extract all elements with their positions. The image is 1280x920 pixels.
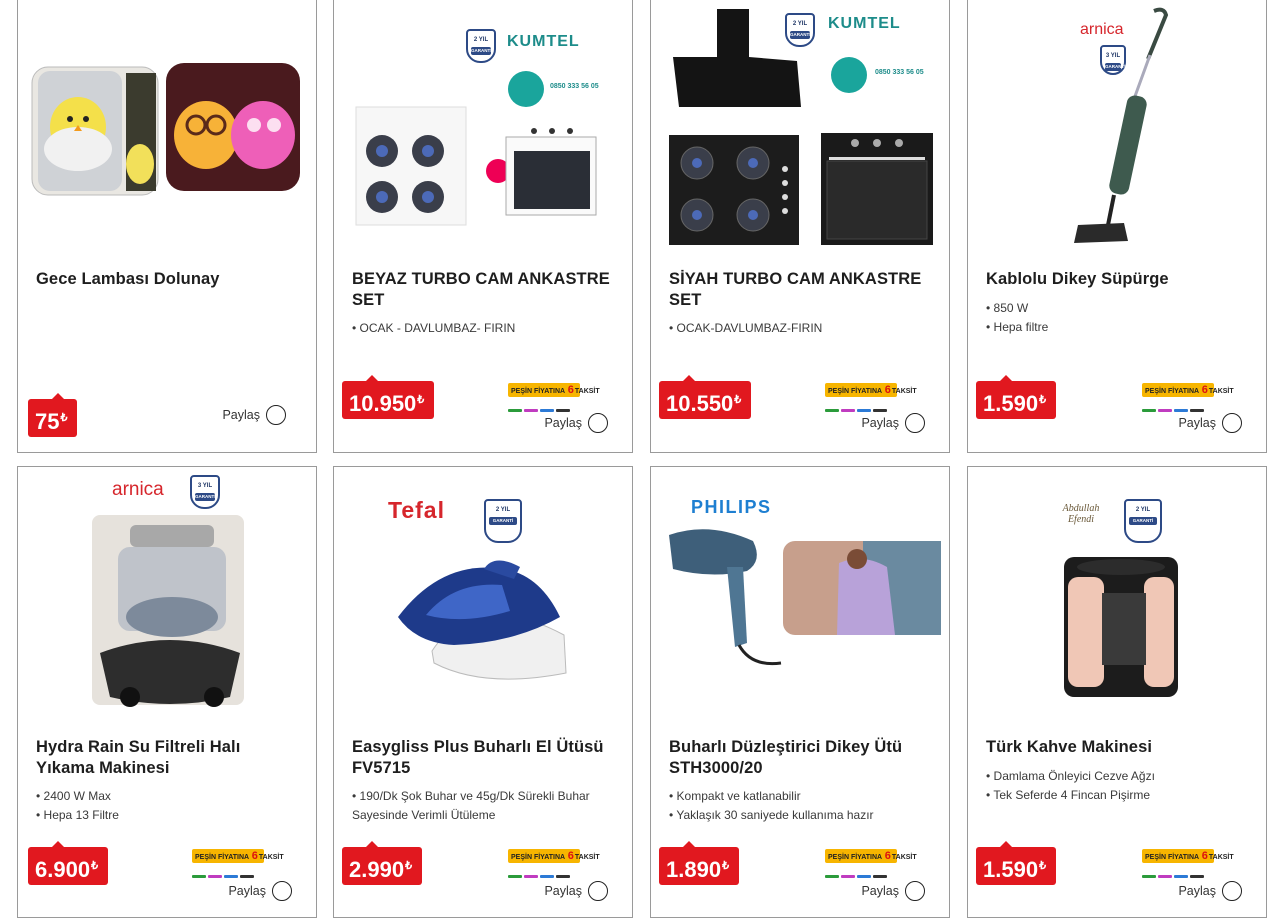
- share-button[interactable]: Paylaş: [861, 413, 925, 433]
- product-title[interactable]: Türk Kahve Makinesi: [986, 737, 1250, 758]
- price-tag: 10.550₺: [659, 375, 752, 419]
- share-circle-icon[interactable]: [588, 413, 608, 433]
- product-title[interactable]: Buharlı Düzleştirici Dikey Ütü STH3000/2…: [669, 737, 933, 779]
- share-button[interactable]: Paylaş: [222, 405, 286, 425]
- product-image[interactable]: arnica 3 YIL GARANTİ: [18, 467, 316, 725]
- share-button[interactable]: Paylaş: [1178, 413, 1242, 433]
- installment-badge: PEŞİN FİYATINA 6TAKSİT: [192, 849, 284, 878]
- product-title[interactable]: Kablolu Dikey Süpürge: [986, 269, 1250, 290]
- product-image[interactable]: 2 YIL GARANTİ KUMTEL 0850 333 56 05: [651, 0, 949, 257]
- share-button[interactable]: Paylaş: [228, 881, 292, 901]
- installment-badge: PEŞİN FİYATINA 6TAKSİT: [1142, 383, 1234, 412]
- share-circle-icon[interactable]: [905, 881, 925, 901]
- phone-number: 0850 333 56 05: [875, 69, 924, 76]
- installment-badge: PEŞİN FİYATINA 6TAKSİT: [508, 383, 600, 412]
- product-card[interactable]: arnica 3 YIL GARANTİ Kablolu Dikey Süpürg…: [967, 0, 1267, 453]
- product-title[interactable]: SİYAH TURBO CAM ANKASTRE SET: [669, 269, 933, 311]
- price-tag: 1.890₺: [659, 841, 740, 885]
- share-button[interactable]: Paylaş: [861, 881, 925, 901]
- product-image[interactable]: Abdullah Efendi 2 YIL GARANTİ: [968, 467, 1266, 725]
- product-image[interactable]: [18, 0, 316, 257]
- product-card[interactable]: Gece Lambası Dolunay 75₺ Paylaş: [17, 0, 317, 453]
- product-card[interactable]: arnica 3 YIL GARANTİ Hydra Rain Su Filtre…: [17, 466, 317, 918]
- product-card[interactable]: 2 YIL GARANTİ KUMTEL 0850 333 56 05 BEYAZ…: [333, 0, 633, 453]
- product-card[interactable]: 2 YIL GARANTİ KUMTEL 0850 333 56 05 SİYAH…: [650, 0, 950, 453]
- product-image[interactable]: arnica 3 YIL GARANTİ: [968, 0, 1266, 257]
- product-title[interactable]: Hydra Rain Su Filtreli Halı Yıkama Makin…: [36, 737, 300, 779]
- product-image[interactable]: PHILIPS: [651, 467, 949, 725]
- share-circle-icon[interactable]: [905, 413, 925, 433]
- product-features: OCAK-DAVLUMBAZ-FIRIN: [669, 319, 935, 338]
- share-button[interactable]: Paylaş: [544, 413, 608, 433]
- installment-badge: PEŞİN FİYATINA 6TAKSİT: [508, 849, 600, 878]
- product-title[interactable]: Gece Lambası Dolunay: [36, 269, 300, 290]
- installment-badge: PEŞİN FİYATINA 6TAKSİT: [1142, 849, 1234, 878]
- product-card[interactable]: Tefal 2 YIL GARANTİ Easygliss Plus Buharl…: [333, 466, 633, 918]
- product-features: Damlama Önleyici Cezve AğzıTek Seferde 4…: [986, 767, 1252, 804]
- price-tag: 10.950₺: [342, 375, 435, 419]
- share-button[interactable]: Paylaş: [1178, 881, 1242, 901]
- product-card[interactable]: PHILIPS Buharlı Düzleştirici Dikey Ütü S…: [650, 466, 950, 918]
- installment-badge: PEŞİN FİYATINA 6TAKSİT: [825, 383, 917, 412]
- product-title[interactable]: Easygliss Plus Buharlı El Ütüsü FV5715: [352, 737, 616, 779]
- share-circle-icon[interactable]: [272, 881, 292, 901]
- phone-number: 0850 333 56 05: [550, 83, 599, 90]
- price-tag: 6.900₺: [28, 841, 109, 885]
- product-features: Kompakt ve katlanabilirYaklaşık 30 saniy…: [669, 787, 935, 824]
- product-title[interactable]: BEYAZ TURBO CAM ANKASTRE SET: [352, 269, 616, 311]
- product-features: OCAK - DAVLUMBAZ- FIRIN: [352, 319, 618, 338]
- price-tag: 2.990₺: [342, 841, 423, 885]
- price-tag: 1.590₺: [976, 841, 1057, 885]
- share-circle-icon[interactable]: [588, 881, 608, 901]
- share-circle-icon[interactable]: [266, 405, 286, 425]
- installment-badge: PEŞİN FİYATINA 6TAKSİT: [825, 849, 917, 878]
- product-features: 190/Dk Şok Buhar ve 45g/Dk Sürekli Buhar…: [352, 787, 618, 824]
- share-button[interactable]: Paylaş: [544, 881, 608, 901]
- product-features: 850 WHepa filtre: [986, 299, 1252, 336]
- share-circle-icon[interactable]: [1222, 413, 1242, 433]
- price-tag: 1.590₺: [976, 375, 1057, 419]
- product-image[interactable]: Tefal 2 YIL GARANTİ: [334, 467, 632, 725]
- product-image[interactable]: 2 YIL GARANTİ KUMTEL 0850 333 56 05: [334, 0, 632, 257]
- share-circle-icon[interactable]: [1222, 881, 1242, 901]
- product-features: 2400 W MaxHepa 13 Filtre: [36, 787, 302, 824]
- product-card[interactable]: Abdullah Efendi 2 YIL GARANTİ Türk Kahve …: [967, 466, 1267, 918]
- price-tag: 75₺: [28, 393, 78, 437]
